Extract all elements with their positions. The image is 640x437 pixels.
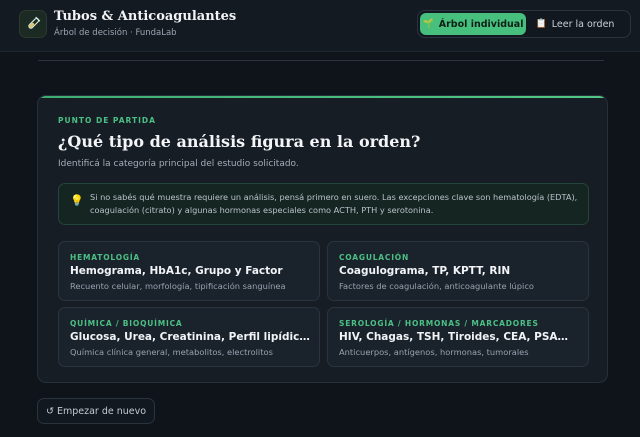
question-hint: Identificá la categoría principal del es… [58, 159, 299, 169]
tip-box: 💡 Si no sabés qué muestra requiere un an… [58, 183, 589, 225]
question-title: ¿Qué tipo de análisis figura en la orden… [58, 132, 421, 151]
progress-divider [38, 60, 604, 61]
app-header: Tubos & Anticoagulantes Árbol de decisió… [0, 0, 640, 52]
option-description: Factores de coagulación, anticoagulante … [339, 281, 534, 291]
option-description: Recuento celular, morfología, tipificaci… [70, 281, 286, 291]
option-category: COAGULACIÓN [339, 253, 410, 262]
restart-button[interactable]: ↺ Empezar de nuevo [37, 398, 155, 424]
option-category: QUÍMICA / BIOQUÍMICA [70, 319, 183, 328]
view-tabs: 🌱 Árbol individual 📋 Leer la orden [417, 10, 631, 38]
tab-leer-la-orden[interactable]: 📋 Leer la orden [526, 13, 624, 35]
option-description: Anticuerpos, antígenos, hormonas, tumora… [339, 347, 529, 357]
option-quimica[interactable]: QUÍMICA / BIOQUÍMICA Glucosa, Urea, Crea… [58, 307, 320, 367]
card-accent-bar [38, 96, 607, 98]
tab-arbol-individual[interactable]: 🌱 Árbol individual [420, 13, 526, 35]
decision-card: PUNTO DE PARTIDA ¿Qué tipo de análisis f… [37, 95, 608, 383]
seedling-icon: 🌱 [422, 19, 434, 29]
option-title: Coagulograma, TP, KPTT, RIN [339, 265, 511, 277]
option-coagulacion[interactable]: COAGULACIÓN Coagulograma, TP, KPTT, RIN … [327, 241, 589, 301]
tab-label: Leer la orden [551, 18, 615, 30]
option-title: Glucosa, Urea, Creatinina, Perfil lipídi… [70, 331, 314, 343]
app-subtitle: Árbol de decisión · FundaLab [54, 28, 177, 38]
option-title: Hemograma, HbA1c, Grupo y Factor [70, 265, 283, 277]
option-description: Química clínica general, metabolitos, el… [70, 347, 273, 357]
option-category: SEROLOGÍA / HORMONAS / MARCADORES [339, 319, 539, 328]
option-serologia[interactable]: SEROLOGÍA / HORMONAS / MARCADORES HIV, C… [327, 307, 589, 367]
app-title: Tubos & Anticoagulantes [54, 9, 237, 24]
test-tube-icon [19, 10, 47, 38]
option-title: HIV, Chagas, TSH, Tiroides, CEA, PSA… [339, 331, 569, 343]
clipboard-icon: 📋 [535, 19, 547, 29]
option-category: HEMATOLOGÍA [70, 253, 141, 262]
tab-label: Árbol individual [438, 18, 524, 30]
lightbulb-icon: 💡 [70, 194, 84, 207]
option-hematologia[interactable]: HEMATOLOGÍA Hemograma, HbA1c, Grupo y Fa… [58, 241, 320, 301]
step-eyebrow: PUNTO DE PARTIDA [58, 116, 156, 125]
tip-text: Si no sabés qué muestra requiere un anál… [90, 192, 578, 215]
